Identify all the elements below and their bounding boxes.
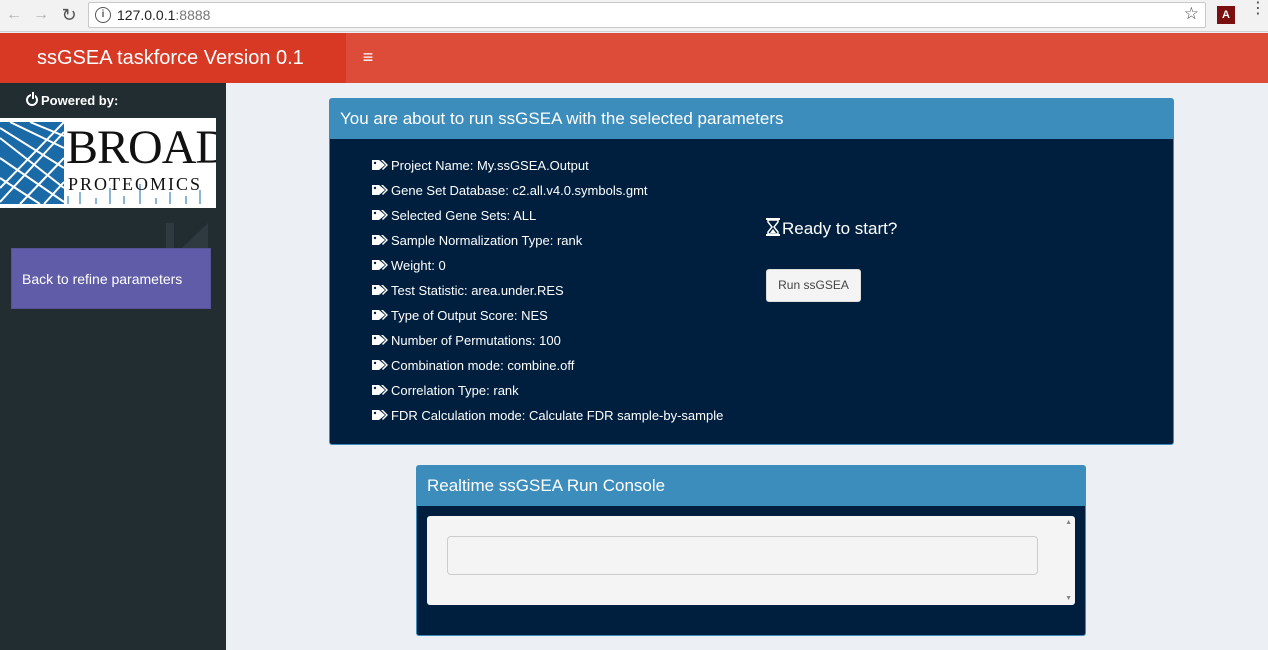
tags-icon [372, 185, 388, 195]
sidebar-toggle-icon[interactable]: ≡ [358, 47, 378, 68]
param-text: Test Statistic: area.under.RES [391, 283, 564, 298]
back-to-refine-button[interactable]: Back to refine parameters [11, 248, 211, 309]
list-item: FDR Calculation mode: Calculate FDR samp… [372, 407, 723, 432]
tags-icon [372, 210, 388, 220]
list-item: Number of Permutations: 100 [372, 332, 723, 357]
list-item: Weight: 0 [372, 257, 723, 282]
browser-menu-icon[interactable]: ⋮ [1250, 1, 1266, 17]
logo-broad-text: BROAD [66, 121, 216, 174]
sidebar: Powered by: BROAD PROTEOMICS Back to ref… [0, 83, 226, 650]
run-summary-title: You are about to run ssGSEA with the sel… [330, 99, 1173, 139]
pdf-extension-icon[interactable]: A [1217, 6, 1235, 24]
param-text: Gene Set Database: c2.all.v4.0.symbols.g… [391, 183, 648, 198]
power-icon [26, 92, 38, 106]
tags-icon [372, 385, 388, 395]
list-item: Project Name: My.ssGSEA.Output [372, 157, 723, 182]
url-port: :8888 [175, 7, 211, 23]
list-item: Test Statistic: area.under.RES [372, 282, 723, 307]
run-ssgsea-button[interactable]: Run ssGSEA [766, 269, 861, 302]
list-item: Combination mode: combine.off [372, 357, 723, 382]
list-item: Selected Gene Sets: ALL [372, 207, 723, 232]
reload-icon[interactable]: ↻ [58, 4, 80, 26]
browser-toolbar: ← → ↻ i 127.0.0.1:8888 ☆ A ⋮ [0, 0, 1268, 32]
logo-proteomics-text: PROTEOMICS [68, 174, 203, 194]
address-bar[interactable]: i 127.0.0.1:8888 ☆ [88, 2, 1206, 28]
run-console-title: Realtime ssGSEA Run Console [417, 466, 1085, 506]
ready-text: Ready to start? [782, 219, 898, 238]
param-text: Weight: 0 [391, 258, 446, 273]
url-text[interactable]: 127.0.0.1:8888 [117, 7, 210, 23]
parameter-list: Project Name: My.ssGSEA.Output Gene Set … [372, 157, 723, 432]
broad-proteomics-logo: BROAD PROTEOMICS [0, 118, 216, 208]
forward-arrow-icon[interactable]: → [30, 4, 52, 26]
tags-icon [372, 160, 388, 170]
tags-icon [372, 360, 388, 370]
list-item: Type of Output Score: NES [372, 307, 723, 332]
app-title: ssGSEA taskforce Version 0.1 [0, 33, 346, 83]
tags-icon [372, 335, 388, 345]
app-header: ssGSEA taskforce Version 0.1 ≡ [0, 33, 1268, 83]
list-item: Gene Set Database: c2.all.v4.0.symbols.g… [372, 182, 723, 207]
list-item: Correlation Type: rank [372, 382, 723, 407]
ready-status: Ready to start? [766, 218, 897, 239]
param-text: Number of Permutations: 100 [391, 333, 561, 348]
console-output-field[interactable] [447, 536, 1038, 575]
back-arrow-icon[interactable]: ← [3, 4, 25, 26]
param-text: Selected Gene Sets: ALL [391, 208, 537, 223]
run-summary-box: You are about to run ssGSEA with the sel… [329, 98, 1174, 445]
tags-icon [372, 310, 388, 320]
list-item: Sample Normalization Type: rank [372, 232, 723, 257]
url-host: 127.0.0.1 [117, 7, 176, 23]
tags-icon [372, 285, 388, 295]
tags-icon [372, 235, 388, 245]
param-text: FDR Calculation mode: Calculate FDR samp… [391, 408, 724, 423]
console-output-area[interactable]: ▲ ▼ [427, 516, 1075, 605]
site-info-icon[interactable]: i [95, 7, 111, 23]
param-text: Type of Output Score: NES [391, 308, 548, 323]
tags-icon [372, 410, 388, 420]
param-text: Project Name: My.ssGSEA.Output [391, 158, 589, 173]
tags-icon [372, 260, 388, 270]
run-console-box: Realtime ssGSEA Run Console ▲ ▼ [416, 465, 1086, 636]
hourglass-icon [766, 218, 780, 236]
param-text: Sample Normalization Type: rank [391, 233, 583, 248]
param-text: Combination mode: combine.off [391, 358, 575, 373]
powered-by-label: Powered by: [41, 93, 119, 108]
powered-by: Powered by: [26, 92, 119, 108]
scroll-up-icon[interactable]: ▲ [1065, 519, 1072, 526]
bookmark-star-icon[interactable]: ☆ [1184, 4, 1199, 24]
param-text: Correlation Type: rank [391, 383, 519, 398]
scroll-down-icon[interactable]: ▼ [1065, 595, 1072, 602]
